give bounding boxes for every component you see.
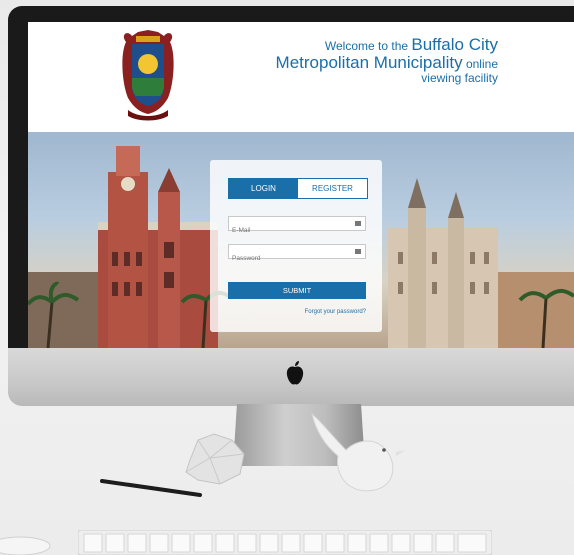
apple-logo-icon bbox=[286, 361, 304, 385]
submit-button[interactable]: SUBMIT bbox=[228, 282, 366, 299]
tab-register[interactable]: REGISTER bbox=[298, 179, 367, 198]
password-field-icon bbox=[355, 249, 361, 254]
pencil bbox=[100, 479, 202, 497]
viewing-facility-text: viewing facility bbox=[421, 70, 498, 85]
tab-login[interactable]: LOGIN bbox=[229, 179, 298, 198]
login-panel: LOGIN REGISTER SUBMIT Forgot your passwo… bbox=[210, 160, 382, 332]
city-name-line1: Buffalo City bbox=[411, 35, 498, 54]
email-input[interactable] bbox=[229, 224, 350, 237]
mouse bbox=[0, 536, 51, 555]
forgot-password-link[interactable]: Forgot your password? bbox=[305, 309, 366, 315]
screen: Welcome to the Buffalo City Metropolitan… bbox=[28, 22, 574, 348]
email-field[interactable] bbox=[228, 216, 366, 237]
welcome-prefix: Welcome to the bbox=[324, 39, 412, 53]
keyboard bbox=[78, 530, 492, 555]
site-header: Welcome to the Buffalo City Metropolitan… bbox=[28, 22, 574, 132]
email-field-icon bbox=[355, 221, 361, 226]
online-word: online bbox=[462, 56, 498, 71]
auth-tabs: LOGIN REGISTER bbox=[228, 178, 368, 199]
welcome-heading: Welcome to the Buffalo City Metropolitan… bbox=[276, 36, 498, 84]
city-name-line2: Metropolitan Municipality bbox=[275, 52, 463, 72]
password-input[interactable] bbox=[229, 252, 350, 265]
bird-figurine bbox=[311, 412, 406, 492]
password-field[interactable] bbox=[228, 244, 366, 265]
crest-logo bbox=[122, 30, 174, 121]
